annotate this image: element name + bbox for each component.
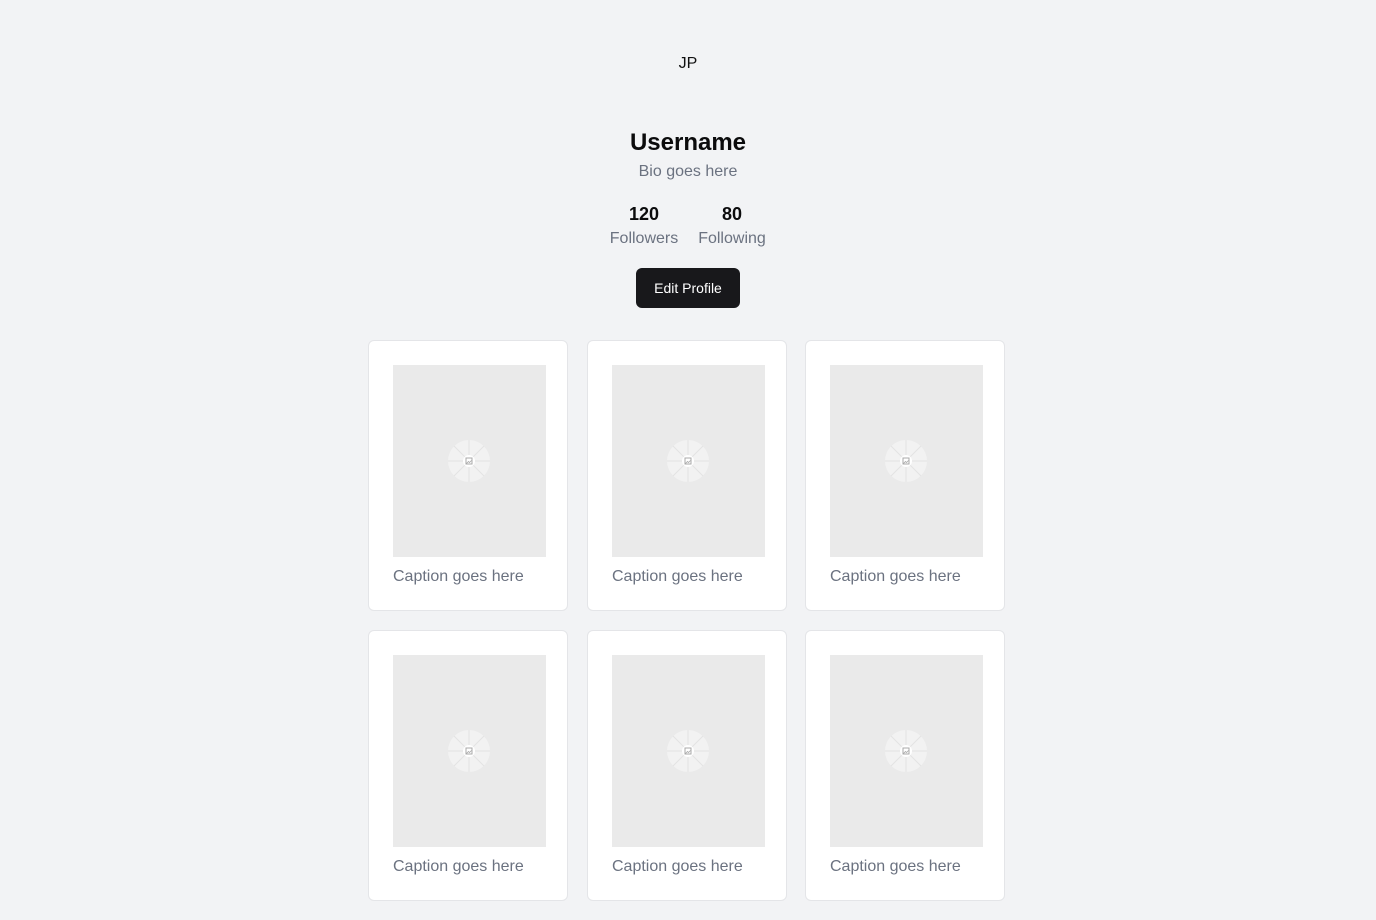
post-caption: Caption goes here <box>393 568 524 585</box>
post-image[interactable] <box>612 365 765 557</box>
post-image[interactable] <box>393 655 546 847</box>
post-image[interactable] <box>393 365 546 557</box>
avatar: JP <box>678 55 698 72</box>
post-image[interactable] <box>830 655 983 847</box>
image-placeholder-icon <box>885 730 927 772</box>
followers-stat[interactable]: 120 Followers <box>600 202 688 250</box>
profile-username: Username <box>629 129 747 156</box>
image-placeholder-icon <box>667 730 709 772</box>
post-caption: Caption goes here <box>830 858 961 875</box>
followers-label: Followers <box>609 230 679 247</box>
post-image[interactable] <box>612 655 765 847</box>
post-card[interactable]: Caption goes here <box>587 630 787 901</box>
followers-count: 120 <box>628 204 660 224</box>
post-card[interactable]: Caption goes here <box>587 340 787 611</box>
edit-profile-button[interactable]: Edit Profile <box>636 268 740 308</box>
following-label: Following <box>698 230 766 247</box>
post-caption: Caption goes here <box>830 568 961 585</box>
post-card[interactable]: Caption goes here <box>805 630 1005 901</box>
image-placeholder-icon <box>667 440 709 482</box>
following-count: 80 <box>721 204 743 224</box>
image-placeholder-icon <box>448 440 490 482</box>
profile-bio: Bio goes here <box>638 163 738 180</box>
post-card[interactable]: Caption goes here <box>368 340 568 611</box>
post-image[interactable] <box>830 365 983 557</box>
post-card[interactable]: Caption goes here <box>805 340 1005 611</box>
image-placeholder-icon <box>448 730 490 772</box>
image-placeholder-icon <box>885 440 927 482</box>
post-card[interactable]: Caption goes here <box>368 630 568 901</box>
following-stat[interactable]: 80 Following <box>690 202 774 250</box>
post-caption: Caption goes here <box>612 568 743 585</box>
post-caption: Caption goes here <box>612 858 743 875</box>
post-caption: Caption goes here <box>393 858 524 875</box>
